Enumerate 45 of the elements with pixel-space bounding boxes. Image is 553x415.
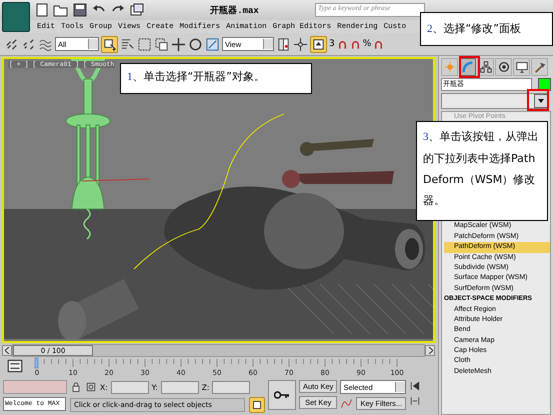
- lock-icon[interactable]: [70, 381, 82, 393]
- command-panel-tab[interactable]: [513, 58, 530, 76]
- display-tab-icon: [514, 60, 528, 74]
- percent-snap-toggle[interactable]: %: [362, 39, 372, 49]
- key-icon: [274, 391, 290, 399]
- z-coordinate-field[interactable]: [212, 380, 250, 394]
- move-icon[interactable]: [171, 36, 186, 52]
- link-icon[interactable]: [4, 36, 19, 52]
- modifier-list-dropdown[interactable]: [441, 93, 549, 109]
- unlink-icon[interactable]: [21, 36, 36, 52]
- select-by-name-icon[interactable]: [120, 36, 135, 52]
- absolute-mode-icon[interactable]: [85, 381, 97, 393]
- create-tab-icon: [442, 60, 456, 74]
- go-to-start-icon[interactable]: [409, 380, 422, 392]
- scale-icon[interactable]: [205, 36, 220, 52]
- selection-lock-icon[interactable]: [249, 397, 265, 413]
- curve-editor-icon[interactable]: [340, 397, 354, 410]
- snap-toggle[interactable]: 3: [329, 39, 335, 49]
- motion-tab-icon: [496, 60, 510, 74]
- caret-icon: [538, 99, 544, 103]
- instruction-callout: 2、选择“修改”面板: [420, 12, 553, 46]
- highlight-frame: [459, 56, 480, 78]
- modify-tab-icon: [460, 60, 474, 74]
- set-keys-button[interactable]: [268, 380, 296, 410]
- manipulate-icon[interactable]: [293, 36, 308, 52]
- command-panel-tab[interactable]: [495, 58, 512, 76]
- pivot-center-icon[interactable]: [276, 36, 291, 52]
- key-mode-toggle-icon[interactable]: [409, 395, 422, 407]
- x-coordinate-field[interactable]: [110, 380, 149, 394]
- utilities-tab-icon: [532, 60, 546, 74]
- select-object-icon[interactable]: [101, 36, 118, 52]
- highlight-frame: [527, 89, 549, 111]
- hierarchy-tab-icon: [478, 60, 492, 74]
- window-crossing-icon[interactable]: [154, 36, 169, 52]
- next-frame-button[interactable]: [425, 344, 435, 356]
- save-icon[interactable]: [72, 2, 88, 18]
- instruction-callout: 3、单击该按钮，从弹出的下拉列表中选择PathDeform（WSM）修改器。: [416, 121, 548, 221]
- y-coordinate-field[interactable]: [160, 380, 199, 394]
- rotate-icon[interactable]: [188, 36, 203, 52]
- previous-frame-button[interactable]: [2, 344, 12, 356]
- keyboard-shortcut-icon[interactable]: [310, 36, 327, 52]
- window-title: 开瓶器.max: [209, 4, 260, 16]
- new-file-icon[interactable]: [34, 2, 50, 18]
- rectangle-selection-icon[interactable]: [137, 36, 152, 52]
- instruction-callout: 1、单击选择“开瓶器”对象。: [120, 63, 312, 94]
